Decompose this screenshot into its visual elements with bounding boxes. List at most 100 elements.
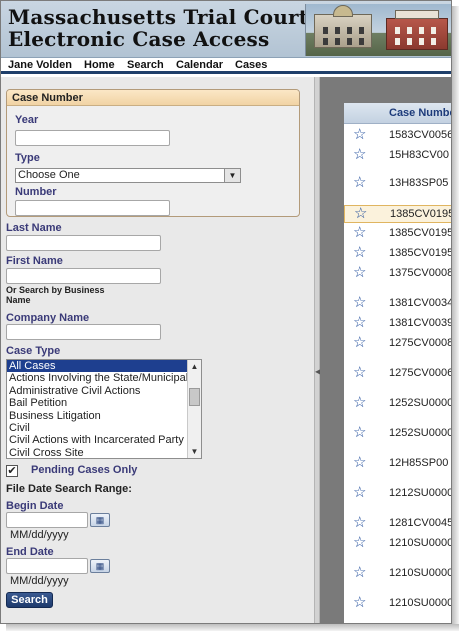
- star-outline-icon[interactable]: ☆: [353, 127, 366, 143]
- nav-user[interactable]: Jane Volden: [8, 59, 72, 71]
- pending-checkbox[interactable]: ✔: [6, 465, 18, 477]
- case-number-legend: Case Number: [7, 90, 299, 106]
- begin-date-hint: MM/dd/yyyy: [10, 529, 69, 541]
- type-select[interactable]: Choose One ▼: [15, 168, 241, 183]
- case-type-scrollbar[interactable]: ▲ ▼: [187, 360, 201, 458]
- chevron-up-icon[interactable]: ▲: [188, 360, 201, 373]
- case-type-option[interactable]: Civil Cross Site: [7, 447, 201, 458]
- case-type-listbox[interactable]: All Cases Actions Involving the State/Mu…: [6, 359, 202, 459]
- star-outline-icon[interactable]: ☆: [353, 395, 366, 411]
- case-number-cell[interactable]: 1385CV0195: [390, 208, 451, 220]
- case-number-cell[interactable]: 1275CV0006: [389, 367, 451, 379]
- chevron-down-icon[interactable]: ▼: [188, 445, 201, 458]
- case-type-option[interactable]: Business Litigation: [7, 410, 201, 422]
- star-outline-icon[interactable]: ☆: [353, 595, 366, 611]
- case-number-cell[interactable]: 1210SU0000: [389, 537, 451, 549]
- results-header: Case Number: [344, 103, 451, 124]
- table-row[interactable]: ☆ 13H83SP05: [344, 175, 451, 193]
- case-number-cell[interactable]: 13H83SP05: [389, 177, 448, 189]
- case-number-cell[interactable]: 1281CV0045: [389, 517, 451, 529]
- number-field[interactable]: [15, 200, 170, 216]
- case-type-label: Case Type: [6, 345, 61, 357]
- table-row[interactable]: ☆ 1275CV0008: [344, 335, 451, 353]
- search-panel: Case Number Year Type Choose One ▼ Numbe…: [1, 77, 314, 623]
- search-button[interactable]: Search: [6, 592, 53, 608]
- nav-item-calendar[interactable]: Calendar: [176, 59, 223, 71]
- table-row[interactable]: ☆ 1210SU0000: [344, 595, 451, 613]
- nav-item-cases[interactable]: Cases: [235, 59, 267, 71]
- end-date-field[interactable]: [6, 558, 88, 574]
- company-name-field[interactable]: [6, 324, 161, 340]
- pending-label[interactable]: Pending Cases Only: [31, 464, 137, 476]
- table-row[interactable]: ☆ 1210SU0000: [344, 535, 451, 553]
- star-outline-icon[interactable]: ☆: [353, 365, 366, 381]
- star-outline-icon[interactable]: ☆: [353, 425, 366, 441]
- table-row[interactable]: ☆ 1381CV0039: [344, 315, 451, 333]
- nav-bar: Jane Volden Home Search Calendar Cases: [1, 58, 451, 74]
- table-row[interactable]: ☆ 1381CV0034: [344, 295, 451, 313]
- star-outline-icon[interactable]: ☆: [353, 315, 366, 331]
- nav-item-home[interactable]: Home: [84, 59, 115, 71]
- calendar-icon[interactable]: ▦: [90, 513, 110, 527]
- star-outline-icon[interactable]: ☆: [353, 225, 366, 241]
- end-date-hint: MM/dd/yyyy: [10, 575, 69, 587]
- case-type-option[interactable]: Civil Actions with Incarcerated Party: [7, 434, 201, 446]
- calendar-icon[interactable]: ▦: [90, 559, 110, 573]
- case-type-option[interactable]: Civil: [7, 422, 201, 434]
- table-row[interactable]: ☆ 15H83CV00: [344, 147, 451, 165]
- last-name-field[interactable]: [6, 235, 161, 251]
- end-date-label: End Date: [6, 546, 54, 558]
- star-outline-icon[interactable]: ☆: [353, 265, 366, 281]
- case-number-cell[interactable]: 1375CV0008: [389, 267, 451, 279]
- case-number-cell[interactable]: 1583CV0056: [389, 129, 451, 141]
- star-outline-icon[interactable]: ☆: [353, 535, 366, 551]
- case-number-column-header[interactable]: Case Number: [389, 107, 451, 119]
- table-row[interactable]: ☆ 1375CV0008: [344, 265, 451, 283]
- case-number-cell[interactable]: 1252SU0000: [389, 397, 451, 409]
- scrollbar-thumb[interactable]: [189, 388, 200, 406]
- year-field[interactable]: [15, 130, 170, 146]
- chevron-down-icon[interactable]: ▼: [224, 169, 240, 182]
- case-type-option[interactable]: Administrative Civil Actions: [7, 385, 201, 397]
- star-outline-icon[interactable]: ☆: [353, 175, 366, 191]
- star-outline-icon[interactable]: ☆: [353, 295, 366, 311]
- table-row[interactable]: ☆ 1212SU0000: [344, 485, 451, 503]
- table-row[interactable]: ☆ 1210SU0000: [344, 565, 451, 583]
- table-row[interactable]: ☆ 1385CV0195: [344, 245, 451, 263]
- star-outline-icon[interactable]: ☆: [353, 455, 366, 471]
- table-row[interactable]: ☆ 1385CV0195: [344, 205, 451, 223]
- table-row[interactable]: ☆ 1583CV0056: [344, 127, 451, 145]
- case-number-cell[interactable]: 1385CV0195: [389, 247, 451, 259]
- case-number-cell[interactable]: 1275CV0008: [389, 337, 451, 349]
- case-number-cell[interactable]: 1381CV0034: [389, 297, 451, 309]
- case-number-cell[interactable]: 12H85SP00: [389, 457, 448, 469]
- star-outline-icon[interactable]: ☆: [353, 565, 366, 581]
- case-type-option[interactable]: Actions Involving the State/Municipality: [7, 372, 201, 384]
- case-number-cell[interactable]: 1381CV0039: [389, 317, 451, 329]
- case-number-cell[interactable]: 1210SU0000: [389, 567, 451, 579]
- case-number-cell[interactable]: 1385CV0195: [389, 227, 451, 239]
- star-outline-icon[interactable]: ☆: [353, 335, 366, 351]
- table-row[interactable]: ☆ 1385CV0195: [344, 225, 451, 243]
- nav-item-search[interactable]: Search: [127, 59, 164, 71]
- table-row[interactable]: ☆ 12H85SP00: [344, 455, 451, 473]
- table-row[interactable]: ☆ 1275CV0006: [344, 365, 451, 383]
- first-name-field[interactable]: [6, 268, 161, 284]
- case-type-option[interactable]: All Cases: [7, 360, 201, 373]
- case-number-cell[interactable]: 1210SU0000: [389, 597, 451, 609]
- courthouse-building-left: [314, 5, 372, 48]
- begin-date-field[interactable]: [6, 512, 88, 528]
- case-type-option[interactable]: Bail Petition: [7, 397, 201, 409]
- table-row[interactable]: ☆ 1281CV0045: [344, 515, 451, 533]
- case-number-cell[interactable]: 15H83CV00: [389, 149, 449, 161]
- star-outline-icon[interactable]: ☆: [354, 206, 367, 222]
- star-outline-icon[interactable]: ☆: [353, 485, 366, 501]
- star-outline-icon[interactable]: ☆: [353, 245, 366, 261]
- table-row[interactable]: ☆ 1252SU0000: [344, 425, 451, 443]
- star-outline-icon[interactable]: ☆: [353, 147, 366, 163]
- table-row[interactable]: ☆ 1252SU0000: [344, 395, 451, 413]
- case-number-cell[interactable]: 1252SU0000: [389, 427, 451, 439]
- last-name-label: Last Name: [6, 222, 62, 234]
- case-number-cell[interactable]: 1212SU0000: [389, 487, 451, 499]
- star-outline-icon[interactable]: ☆: [353, 515, 366, 531]
